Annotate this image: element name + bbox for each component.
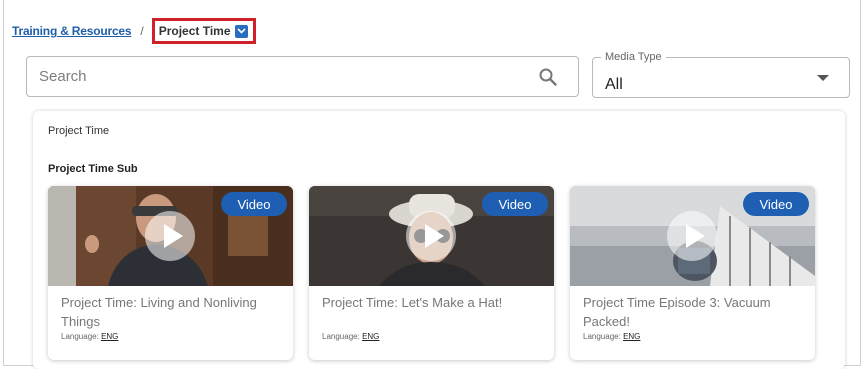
play-icon[interactable] [667, 211, 717, 261]
video-title[interactable]: Project Time: Let's Make a Hat! [322, 293, 547, 312]
search-box [26, 56, 579, 97]
language-link[interactable]: ENG [623, 332, 640, 341]
resource-panel: Project Time Project Time Sub Video Proj… [33, 111, 845, 369]
play-icon[interactable] [406, 211, 456, 261]
video-badge: Video [482, 192, 548, 216]
search-icon[interactable] [539, 68, 557, 91]
panel-subtitle: Project Time Sub [48, 163, 138, 175]
video-title[interactable]: Project Time Episode 3: Vacuum Packed! [583, 293, 808, 331]
dropdown-arrow-icon [817, 75, 829, 81]
video-thumbnail[interactable]: Video [48, 186, 293, 286]
breadcrumb: Training & Resources / Project Time [12, 18, 256, 44]
language-info: Language: ENG [583, 332, 640, 341]
media-type-label: Media Type [601, 51, 666, 63]
search-input[interactable] [27, 57, 578, 96]
video-card[interactable]: Video Project Time Episode 3: Vacuum Pac… [570, 186, 815, 360]
breadcrumb-separator: / [140, 24, 144, 38]
video-badge: Video [221, 192, 287, 216]
chevron-down-icon[interactable] [234, 24, 248, 38]
breadcrumb-training-link[interactable]: Training & Resources [12, 24, 132, 38]
breadcrumb-current-label: Project Time [158, 24, 231, 38]
panel-title: Project Time [48, 125, 110, 137]
media-type-value: All [605, 76, 623, 93]
language-info: Language: ENG [322, 332, 379, 341]
language-label: Language: [322, 332, 360, 341]
media-type-select[interactable]: Media Type All [592, 51, 850, 98]
video-badge: Video [743, 192, 809, 216]
video-card[interactable]: Video Project Time: Living and Nonliving… [48, 186, 293, 360]
video-thumbnail[interactable]: Video [570, 186, 815, 286]
language-label: Language: [61, 332, 99, 341]
play-icon[interactable] [145, 211, 195, 261]
video-thumbnail[interactable]: Video [309, 186, 554, 286]
video-card[interactable]: Video Project Time: Let's Make a Hat! La… [309, 186, 554, 360]
language-link[interactable]: ENG [362, 332, 379, 341]
language-label: Language: [583, 332, 621, 341]
language-link[interactable]: ENG [101, 332, 118, 341]
video-title[interactable]: Project Time: Living and Nonliving Thing… [61, 293, 286, 331]
language-info: Language: ENG [61, 332, 118, 341]
breadcrumb-current-selector[interactable]: Project Time [151, 18, 256, 44]
